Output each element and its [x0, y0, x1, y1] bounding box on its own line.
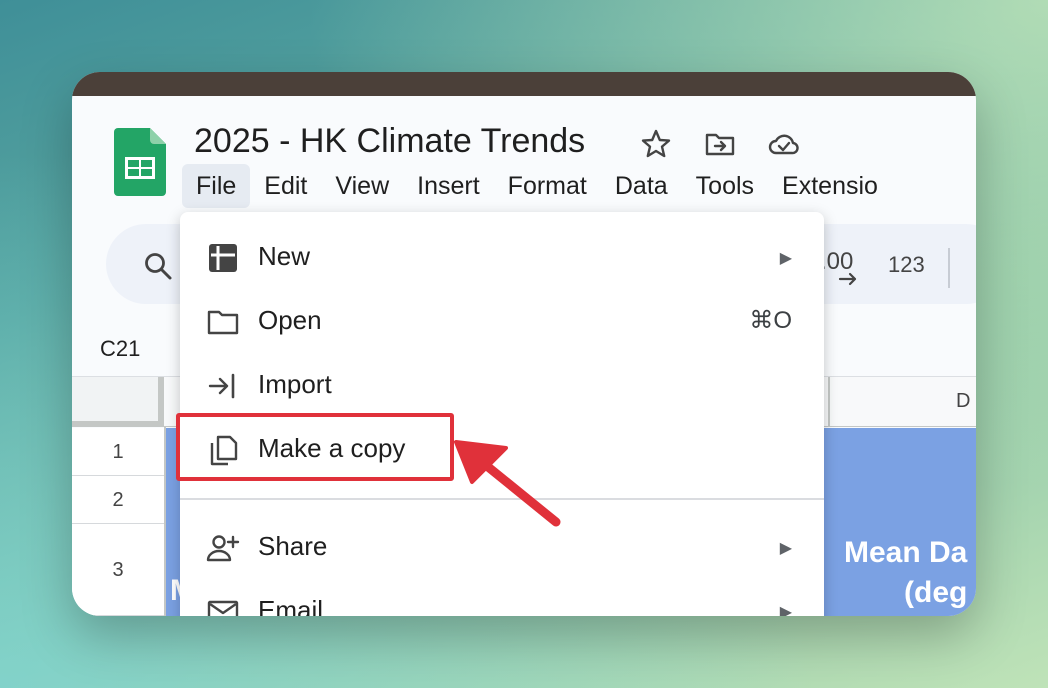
menu-view[interactable]: View — [321, 164, 403, 208]
column-header-d[interactable]: D — [956, 390, 970, 413]
open-shortcut: ⌘O — [749, 307, 792, 334]
row-header-2[interactable]: 2 — [72, 476, 164, 524]
annotation-highlight-box — [176, 413, 454, 481]
cloud-saved-icon[interactable] — [768, 128, 800, 160]
select-all-corner[interactable] — [72, 377, 164, 427]
menu-format[interactable]: Format — [494, 164, 601, 208]
menu-insert[interactable]: Insert — [403, 164, 494, 208]
menubar: File Edit View Insert Format Data Tools … — [182, 164, 892, 208]
file-menu-import[interactable]: Import — [180, 356, 824, 416]
file-menu-import-label: Import — [258, 369, 332, 399]
folder-icon — [207, 310, 239, 335]
app-window: 2025 - HK Climate Trends File Edit View … — [72, 72, 976, 616]
share-person-icon — [206, 535, 240, 562]
column-divider — [828, 377, 830, 427]
file-menu-email[interactable]: Email ▶ — [180, 582, 824, 616]
file-menu-email-label: Email — [258, 595, 324, 616]
menu-data[interactable]: Data — [601, 164, 682, 208]
import-icon — [208, 373, 235, 399]
file-menu-share-label: Share — [258, 531, 328, 561]
submenu-arrow-icon: ▶ — [779, 604, 792, 616]
menu-edit[interactable]: Edit — [250, 164, 321, 208]
file-menu-new-label: New — [258, 241, 311, 271]
email-icon — [207, 600, 239, 616]
row-header-1[interactable]: 1 — [72, 428, 164, 476]
name-box[interactable]: C21 — [100, 336, 140, 362]
google-sheets-logo[interactable] — [114, 128, 166, 196]
increase-decimal-label: .00 — [820, 248, 854, 275]
document-title[interactable]: 2025 - HK Climate Trends — [194, 122, 585, 161]
increase-decimal-button[interactable]: .00 — [820, 248, 857, 286]
number-format-button[interactable]: 123 — [888, 252, 925, 278]
submenu-arrow-icon: ▶ — [779, 540, 792, 557]
arrow-right-icon — [838, 272, 857, 286]
move-to-folder-icon[interactable] — [704, 128, 736, 160]
search-icon[interactable] — [142, 250, 174, 282]
submenu-arrow-icon: ▶ — [779, 250, 792, 267]
menu-extensions[interactable]: Extensio — [768, 164, 892, 208]
annotation-arrow-icon — [454, 440, 561, 527]
cell-d3-line2: (deg — [904, 576, 968, 609]
file-menu-open[interactable]: Open ⌘O — [180, 292, 824, 352]
new-sheet-icon — [209, 244, 237, 272]
toolbar-divider — [948, 248, 950, 288]
menu-file[interactable]: File — [182, 164, 251, 208]
window-top-bar — [72, 72, 976, 96]
row-header-3[interactable]: 3 — [72, 524, 164, 616]
cell-d3-line1: Mean Da — [844, 536, 968, 569]
file-menu-new[interactable]: New ▶ — [180, 228, 824, 288]
star-icon[interactable] — [640, 128, 672, 160]
file-menu-open-label: Open — [258, 305, 322, 335]
menu-tools[interactable]: Tools — [682, 164, 768, 208]
